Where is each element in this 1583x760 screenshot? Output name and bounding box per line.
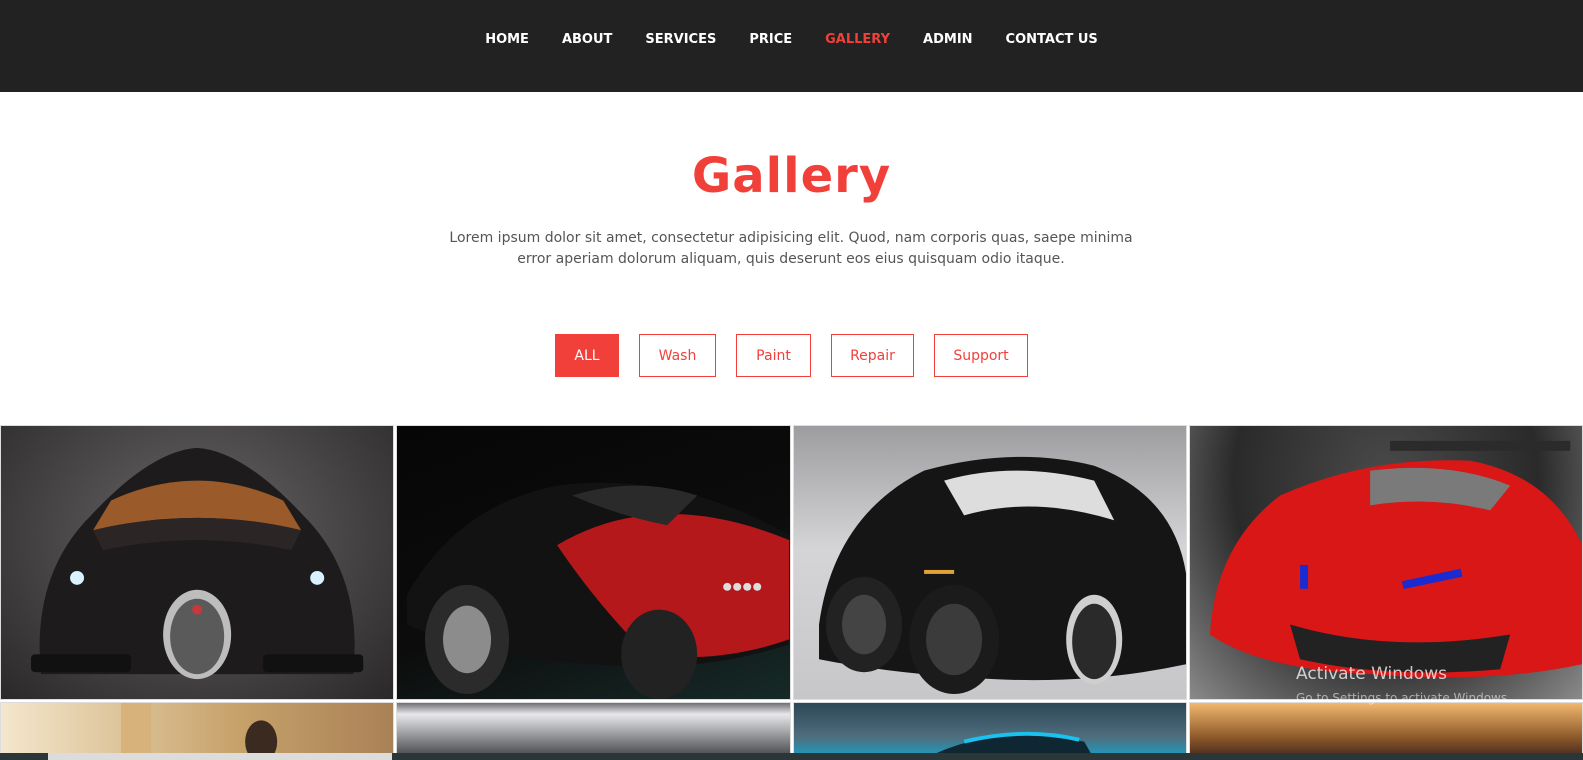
gallery-grid-row-2 [0,702,1583,760]
gallery-item-blue-car[interactable] [792,702,1187,760]
filter-all-button[interactable]: ALL [555,334,619,377]
gallery-item-black-supercar-front[interactable] [0,425,395,700]
section-description: Lorem ipsum dolor sit amet, consectetur … [449,230,1133,267]
filter-wash-button[interactable]: Wash [639,334,716,377]
top-navbar: HOME ABOUT SERVICES PRICE GALLERY ADMIN … [0,0,1583,92]
gallery-item-red-sportscar-front[interactable] [1188,425,1583,700]
gallery-item-black-supercar-side[interactable] [792,425,1187,700]
car-image [923,731,1094,759]
gallery-item-man-workshop[interactable] [0,702,395,760]
gallery-filter-bar: ALL Wash Paint Repair Support [0,334,1583,377]
gallery-grid [0,425,1583,700]
page-title: Gallery [691,148,892,204]
nav-services[interactable]: SERVICES [629,32,733,47]
nav-price[interactable]: PRICE [733,32,809,47]
activate-windows-subtitle: Go to Settings to activate Windows. [1296,691,1511,705]
activate-windows-title: Activate Windows [1296,664,1447,684]
nav-contact-us[interactable]: CONTACT US [989,32,1114,47]
nav-menu: HOME ABOUT SERVICES PRICE GALLERY ADMIN … [0,32,1583,47]
filter-repair-button[interactable]: Repair [831,334,914,377]
nav-home[interactable]: HOME [469,32,546,47]
gallery-item-red-coupe-rear[interactable] [396,425,791,700]
gallery-item-garage[interactable] [1188,702,1583,760]
nav-gallery[interactable]: GALLERY [809,32,907,47]
scrollbar-thumb[interactable] [48,753,392,760]
car-image [1209,440,1582,678]
car-image [818,456,1186,695]
filter-paint-button[interactable]: Paint [736,334,811,377]
filter-support-button[interactable]: Support [934,334,1028,377]
car-image [407,482,790,699]
nav-about[interactable]: ABOUT [545,32,628,47]
car-image [31,447,364,680]
person-image [121,703,278,759]
gallery-item-silver-car[interactable] [396,702,791,760]
nav-admin[interactable]: ADMIN [907,32,990,47]
